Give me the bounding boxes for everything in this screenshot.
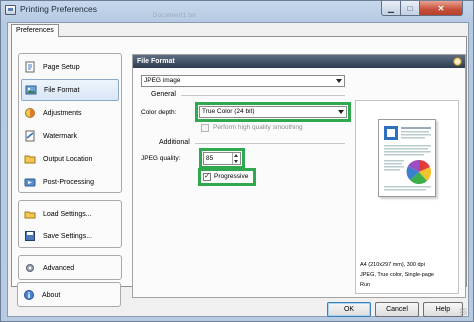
load-settings-icon — [23, 207, 37, 221]
general-section-label: General — [151, 91, 176, 98]
panel-header: File Format — [133, 55, 465, 68]
resize-grip[interactable] — [460, 308, 467, 315]
maximize-icon: □ — [407, 3, 413, 13]
tab-label: Preferences — [16, 27, 54, 34]
sidebar-item-label: About — [42, 291, 61, 299]
sidebar-item-label: Output Location — [43, 155, 93, 163]
printer-app-icon — [5, 5, 16, 15]
preferences-tab-panel: Page Setup File Format Adjustments Water… — [11, 36, 467, 298]
advanced-icon — [23, 261, 37, 275]
sidebar-item-label: Watermark — [43, 132, 77, 140]
preview-page-graphic — [384, 126, 432, 191]
printing-preferences-window: Printing Preferences Document1.txt ▁ □ ✕… — [0, 0, 474, 322]
close-icon: ✕ — [437, 3, 445, 13]
sidebar-item-label: Load Settings... — [43, 210, 92, 218]
jpeg-quality-label: JPEG quality: — [141, 155, 181, 162]
sidebar-group-main: Page Setup File Format Adjustments Water… — [18, 53, 122, 193]
sidebar-item-label: Post-Processing — [43, 178, 94, 186]
sidebar-item-label: Save Settings... — [43, 232, 93, 240]
format-select-value: JPEG image — [144, 77, 181, 84]
save-settings-icon — [23, 229, 37, 243]
jpeg-quality-highlight — [199, 148, 245, 169]
adjustments-icon — [23, 106, 37, 120]
preview-info-line-3: Run — [360, 282, 371, 288]
chevron-down-icon — [336, 79, 342, 83]
minimize-icon: ▁ — [387, 3, 395, 13]
sidebar-item-label: Page Setup — [43, 63, 80, 71]
preview-info-line-2: JPEG, True color, Single-page — [360, 272, 434, 278]
smoothing-checkbox[interactable] — [201, 124, 209, 132]
sidebar-item-post-processing[interactable]: Post-Processing — [21, 171, 119, 193]
sidebar-item-label: File Format — [44, 86, 80, 94]
close-button[interactable]: ✕ — [419, 1, 463, 16]
sidebar-item-load-settings[interactable]: Load Settings... — [21, 203, 119, 225]
additional-section-label: Additional — [159, 139, 190, 146]
minimize-button[interactable]: ▁ — [381, 1, 401, 16]
additional-divider — [195, 143, 345, 144]
preview-info-line-1: A4 (210x297 mm), 300 dpi — [360, 262, 425, 268]
sidebar-item-file-format[interactable]: File Format — [21, 79, 119, 101]
background-window-fragment: Document1.txt — [153, 13, 196, 19]
about-icon — [22, 288, 36, 302]
panel-title: File Format — [137, 58, 175, 65]
ok-button[interactable]: OK — [327, 302, 371, 317]
color-depth-label: Color depth: — [141, 109, 177, 116]
page-preview: A4 (210x297 mm), 300 dpi JPEG, True colo… — [355, 100, 459, 294]
sidebar-item-output-location[interactable]: Output Location — [21, 148, 119, 170]
window-title: Printing Preferences — [20, 4, 98, 14]
format-select[interactable]: JPEG image — [141, 75, 345, 87]
sidebar-item-watermark[interactable]: Watermark — [21, 125, 119, 147]
page-setup-icon — [23, 60, 37, 74]
smoothing-label: Perform high quality smoothing — [213, 124, 303, 131]
sidebar-group-advanced: Advanced — [18, 255, 122, 280]
cancel-button[interactable]: Cancel — [375, 302, 419, 317]
post-processing-icon — [23, 175, 37, 189]
sidebar-item-label: Adjustments — [43, 109, 82, 117]
sidebar-item-about[interactable]: About — [20, 284, 118, 306]
output-location-icon — [23, 152, 37, 166]
sidebar-item-adjustments[interactable]: Adjustments — [21, 102, 119, 124]
preview-page-thumbnail — [378, 119, 436, 197]
file-format-panel: File Format JPEG image General Color dep… — [132, 54, 466, 298]
watermark-icon — [23, 129, 37, 143]
help-button[interactable]: Help — [423, 302, 463, 317]
tab-preferences[interactable]: Preferences — [11, 24, 59, 37]
title-bar: Printing Preferences Document1.txt ▁ □ ✕ — [1, 1, 473, 21]
sidebar-group-settings: Load Settings... Save Settings... — [18, 200, 122, 248]
color-depth-highlight — [195, 102, 351, 122]
sidebar-item-page-setup[interactable]: Page Setup — [21, 56, 119, 78]
file-format-icon — [24, 83, 38, 97]
sidebar-item-advanced[interactable]: Advanced — [21, 257, 119, 279]
sidebar-item-save-settings[interactable]: Save Settings... — [21, 225, 119, 247]
panel-help-icon[interactable] — [453, 57, 462, 66]
maximize-button[interactable]: □ — [400, 1, 420, 16]
dialog-client-area: Page Setup File Format Adjustments Water… — [7, 22, 469, 317]
progressive-highlight — [198, 168, 256, 186]
sidebar-group-about: About — [17, 282, 121, 307]
sidebar-item-label: Advanced — [43, 264, 75, 272]
general-divider — [181, 95, 345, 96]
